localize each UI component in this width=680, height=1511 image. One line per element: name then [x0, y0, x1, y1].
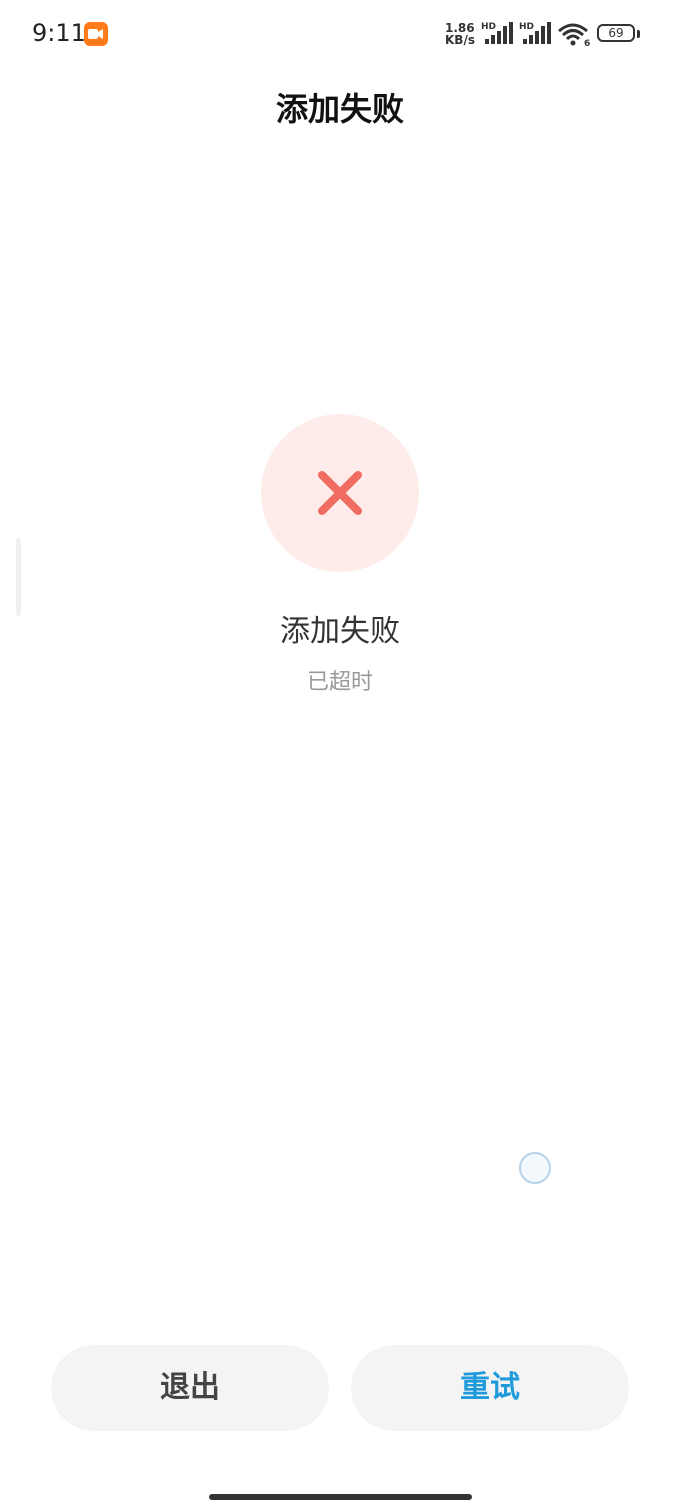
network-speed-unit: KB/s [445, 33, 475, 47]
page-title: 添加失败 [275, 90, 404, 128]
network-speed: 1.86 KB/s [445, 22, 479, 46]
touch-indicator [519, 1152, 551, 1184]
battery-tip [637, 30, 640, 38]
edge-swipe-handle[interactable] [16, 538, 21, 616]
exit-button[interactable]: 退出 [51, 1345, 329, 1431]
wifi-badge: 6 [584, 39, 590, 46]
sim2-signal-icon: HD [519, 22, 553, 46]
result-title: 添加失败 [280, 614, 400, 649]
result-subtitle: 已超时 [306, 670, 373, 695]
status-time: 9:11 [32, 19, 86, 47]
status-bar: 9:11 1.86 KB/s HD HD 6 69 [0, 0, 680, 70]
close-x-icon [318, 471, 362, 515]
battery-icon: 69 [597, 24, 635, 42]
retry-button[interactable]: 重试 [351, 1345, 629, 1431]
wifi-icon: 6 [557, 22, 591, 49]
failure-icon-circle [261, 414, 419, 572]
home-indicator[interactable] [209, 1494, 472, 1500]
sim1-signal-icon: HD [481, 22, 515, 46]
battery-level: 69 [608, 26, 624, 40]
screen-record-icon [84, 22, 108, 46]
